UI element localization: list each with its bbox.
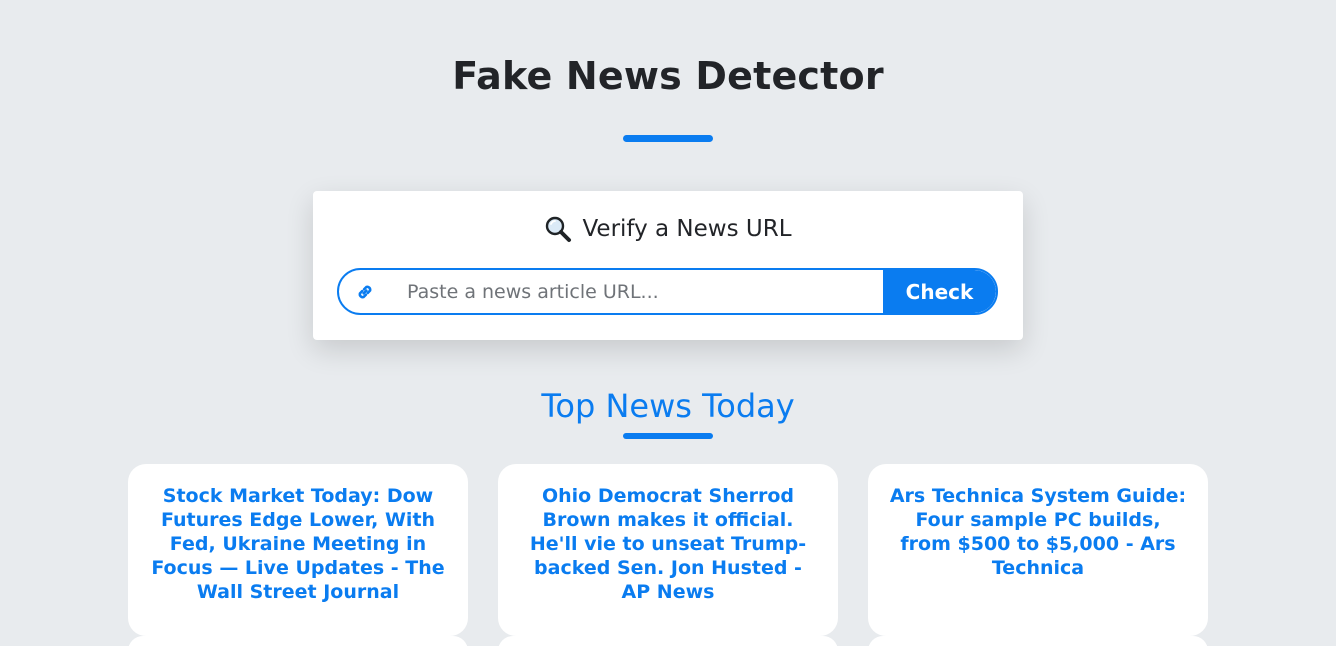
page-title: Fake News Detector <box>452 54 884 98</box>
news-card-next-row <box>498 636 838 646</box>
url-input[interactable] <box>391 270 883 313</box>
url-form: Check <box>337 268 998 315</box>
link-icon <box>339 270 391 313</box>
top-news-underline <box>623 433 713 439</box>
magnifier-icon <box>544 215 572 243</box>
news-card-headline-link[interactable]: Ars Technica System Guide: Four sample P… <box>888 484 1188 580</box>
verify-title-text: Verify a News URL <box>582 216 792 242</box>
verify-heading: Verify a News URL <box>313 215 1023 243</box>
news-card: Ars Technica System Guide: Four sample P… <box>868 464 1208 636</box>
title-underline <box>623 135 713 142</box>
news-card: Ohio Democrat Sherrod Brown makes it off… <box>498 464 838 636</box>
page: Fake News Detector Verify a News URL Pas… <box>0 0 1336 646</box>
news-card-headline-link[interactable]: Ohio Democrat Sherrod Brown makes it off… <box>518 484 818 604</box>
check-button[interactable]: Check <box>883 270 996 313</box>
news-card-next-row <box>128 636 468 646</box>
verify-card: Verify a News URL Check <box>313 191 1023 340</box>
news-card: Stock Market Today: Dow Futures Edge Low… <box>128 464 468 636</box>
news-card-headline-link[interactable]: Stock Market Today: Dow Futures Edge Low… <box>148 484 448 604</box>
top-news-title: Top News Today <box>541 387 795 425</box>
news-card-next-row <box>868 636 1208 646</box>
